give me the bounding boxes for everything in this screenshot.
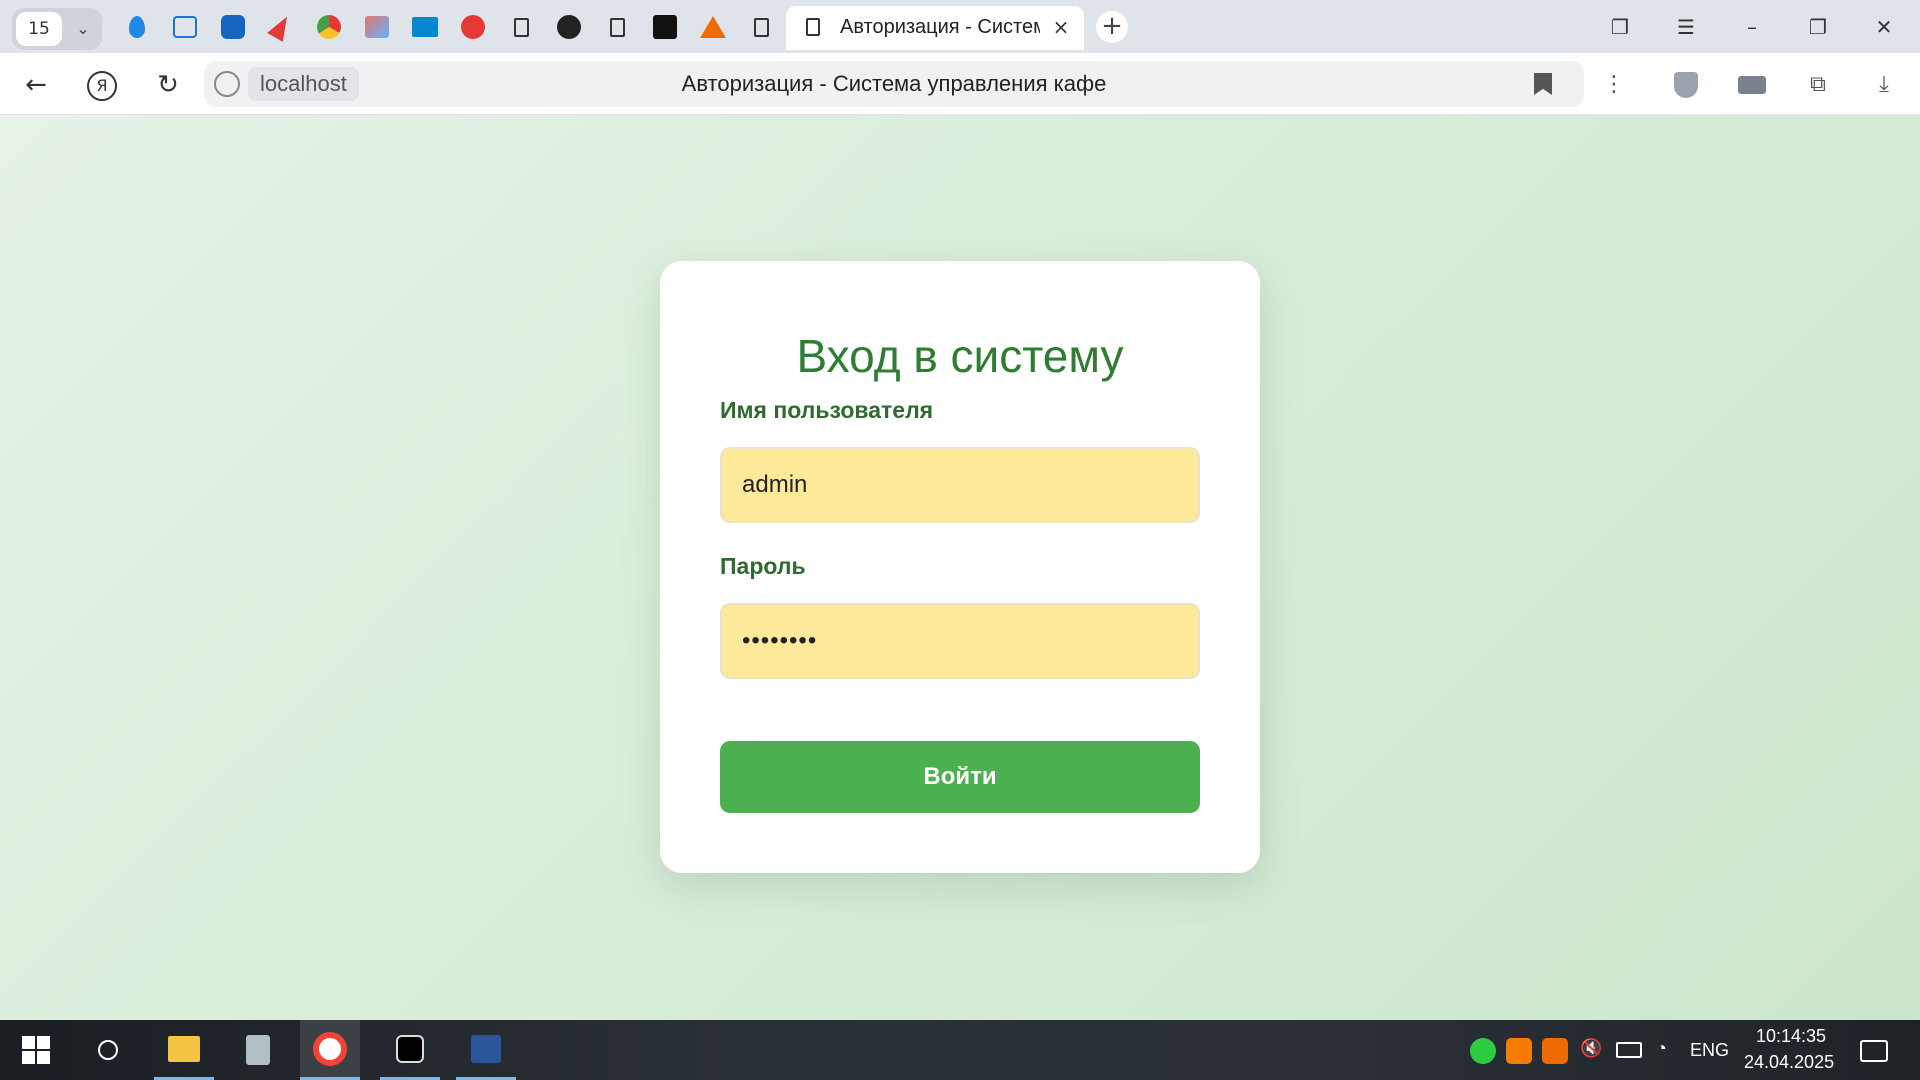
chrome-like-icon	[317, 15, 341, 39]
drop-icon	[129, 16, 145, 38]
document-icon	[513, 17, 529, 37]
menu-icon[interactable]: ☰	[1666, 10, 1706, 44]
pinned-tab-mail[interactable]	[216, 10, 250, 44]
collections-icon[interactable]: ⧉	[1798, 65, 1838, 105]
pinned-tab-fond[interactable]	[168, 10, 202, 44]
back-button[interactable]: ←	[16, 65, 56, 105]
address-page-title: Авторизация - Система управления кафе	[681, 71, 1107, 96]
address-bar[interactable]: Авторизация - Система управления кафе lo…	[204, 61, 1584, 107]
puzzle-icon	[653, 15, 677, 39]
document-icon	[609, 17, 625, 37]
folder-icon	[168, 1035, 200, 1062]
pinned-tab-picture[interactable]	[360, 10, 394, 44]
neo-badge	[1738, 76, 1766, 94]
monitor-icon	[412, 17, 438, 37]
clock-time[interactable]: 10:14:35	[1756, 1026, 1826, 1047]
new-tab-button[interactable]: +	[1096, 11, 1128, 43]
tab-strip: 15 ⌄ Авторизация - Систем × + ❐ ☰ – ❐ ✕	[0, 0, 1920, 53]
wifi-icon[interactable]: ◔	[1656, 1038, 1667, 1059]
taskbar-calculator[interactable]	[228, 1020, 288, 1080]
globe-icon[interactable]	[214, 71, 240, 97]
more-options-icon[interactable]: ⋮	[1594, 65, 1634, 105]
volume-muted-icon[interactable]: 🔇	[1580, 1038, 1602, 1059]
pinned-tab-browser[interactable]	[312, 10, 346, 44]
yandex-red-icon	[461, 15, 485, 39]
navigator-icon	[267, 12, 295, 42]
pinned-tab-monitor[interactable]	[408, 10, 442, 44]
pinned-tab-drop[interactable]	[120, 10, 154, 44]
login-button[interactable]: Войти	[720, 741, 1200, 813]
taskbar: 🔇 ◔ ENG 10:14:35 24.04.2025	[0, 1020, 1920, 1080]
pinned-tab-github[interactable]	[552, 10, 586, 44]
yandex-logo-icon: Я	[87, 70, 117, 101]
word-icon	[471, 1034, 501, 1063]
password-input[interactable]: ••••••••	[720, 603, 1200, 679]
kaspersky-tray-icon[interactable]	[1470, 1038, 1496, 1064]
fond-icon	[173, 16, 197, 38]
minimize-button[interactable]: –	[1732, 10, 1772, 44]
download-icon[interactable]: ⤓	[1864, 65, 1904, 105]
rma-icon	[700, 16, 726, 38]
document-icon	[753, 17, 769, 37]
language-indicator[interactable]: ENG	[1690, 1040, 1729, 1061]
restore-button[interactable]: ❐	[1798, 10, 1838, 44]
shield-shape	[1674, 72, 1698, 98]
app-tray-icon[interactable]	[1542, 1038, 1568, 1064]
search-icon	[98, 1040, 118, 1060]
taskbar-yandex-browser[interactable]	[300, 1020, 360, 1080]
bookmarks-panel-icon[interactable]: ❐	[1600, 10, 1640, 44]
cube-icon	[396, 1034, 424, 1063]
pinned-tab-rma[interactable]	[696, 10, 730, 44]
chevron-down-icon[interactable]: ⌄	[70, 12, 96, 46]
calculator-icon	[246, 1035, 270, 1065]
pinned-tab-doc-1[interactable]	[504, 10, 538, 44]
login-heading: Вход в систему	[796, 330, 1124, 382]
tab-count-badge[interactable]: 15	[16, 12, 62, 46]
address-host[interactable]: localhost	[248, 67, 359, 101]
active-tab[interactable]: Авторизация - Систем ×	[786, 6, 1084, 50]
window-close-button[interactable]: ✕	[1864, 10, 1904, 44]
document-icon	[806, 18, 820, 36]
taskbar-file-explorer[interactable]	[154, 1020, 214, 1080]
active-tab-title: Авторизация - Систем	[840, 16, 1040, 38]
pinned-tab-puzzle[interactable]	[648, 10, 682, 44]
xampp-tray-icon[interactable]	[1506, 1038, 1532, 1064]
pinned-tab-doc-2[interactable]	[600, 10, 634, 44]
windows-logo-icon	[22, 1036, 50, 1064]
start-button[interactable]	[6, 1020, 66, 1080]
username-label: Имя пользователя	[720, 397, 934, 423]
pinned-tab-doc-3[interactable]	[744, 10, 778, 44]
neo-extension-icon[interactable]	[1732, 65, 1772, 105]
picture-icon	[365, 16, 389, 38]
mail-icon	[221, 15, 245, 39]
pinned-tab-navigator[interactable]	[264, 10, 298, 44]
reload-button[interactable]: ↻	[148, 65, 188, 105]
clock-date[interactable]: 24.04.2025	[1744, 1052, 1834, 1073]
yandex-browser-icon	[313, 1031, 347, 1066]
shield-icon[interactable]	[1666, 65, 1706, 105]
page-content: Вход в систему Имя пользователя admin Па…	[0, 115, 1920, 1020]
close-icon[interactable]: ×	[1050, 14, 1072, 40]
notifications-icon[interactable]	[1860, 1040, 1888, 1062]
battery-icon[interactable]	[1616, 1042, 1642, 1058]
github-icon	[557, 15, 581, 39]
password-label: Пароль	[720, 553, 806, 579]
taskbar-app-cube[interactable]	[380, 1020, 440, 1080]
address-toolbar: ← Я ↻ Авторизация - Система управления к…	[0, 53, 1920, 115]
username-input[interactable]: admin	[720, 447, 1200, 523]
pinned-tab-red[interactable]	[456, 10, 490, 44]
login-card: Вход в систему Имя пользователя admin Па…	[660, 261, 1260, 873]
search-button[interactable]	[78, 1020, 138, 1080]
taskbar-word[interactable]	[456, 1020, 516, 1080]
tab-counter[interactable]: 15 ⌄	[12, 8, 102, 50]
yandex-home-button[interactable]: Я	[82, 65, 122, 105]
